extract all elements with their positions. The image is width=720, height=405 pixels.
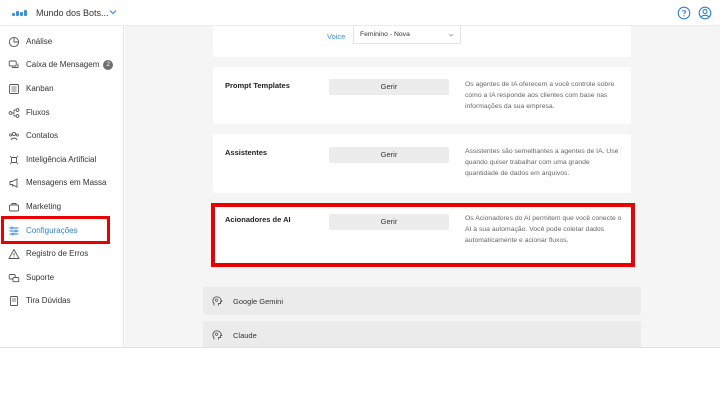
unread-count-badge: 2 — [103, 60, 113, 70]
megaphone-icon — [9, 178, 18, 188]
sidebar-item-label: Tira Dúvidas — [26, 296, 71, 305]
voice-select[interactable]: Feminino - Nova — [353, 26, 461, 44]
card-description: Assistentes são semelhantes a agentes de… — [465, 148, 619, 177]
sidebar-item-label: Análise — [26, 37, 53, 46]
sidebar-item-label: Mensagens em Massa — [26, 178, 107, 187]
provider-claude[interactable]: Claude — [203, 321, 641, 347]
logo-icon — [12, 8, 28, 16]
provider-google-gemini[interactable]: Google Gemini — [203, 287, 641, 315]
sidebar-item-fluxos[interactable]: Fluxos — [0, 103, 124, 123]
sidebar: Análise Caixa de Mensagem 2 Kanban Fluxos… — [0, 26, 124, 347]
blank-area — [0, 347, 720, 405]
prompt-templates-card: Prompt Templates Gerir Os agentes de IA … — [213, 67, 631, 124]
warning-icon — [8, 248, 20, 259]
help-icon[interactable] — [677, 6, 691, 20]
user-icon[interactable] — [698, 6, 712, 20]
kanban-icon — [9, 84, 19, 94]
sidebar-item-mensagens-em-massa[interactable]: Mensagens em Massa — [0, 173, 124, 193]
app-window: Mundo dos Bots... Análise Caixa de Mensa… — [0, 0, 720, 347]
configuracoes-highlight — [1, 216, 110, 244]
card-description: Os agentes de IA oferecem a você control… — [465, 81, 615, 110]
support-icon — [8, 274, 20, 283]
ai-icon — [9, 155, 19, 165]
voice-selected-value: Feminino - Nova — [360, 31, 410, 38]
prompt-templates-gerir-button[interactable]: Gerir — [329, 79, 449, 95]
sidebar-item-label: Suporte — [26, 273, 55, 282]
chart-pie-icon — [8, 36, 20, 48]
sidebar-item-suporte[interactable]: Suporte — [0, 268, 124, 288]
chat-icon — [8, 60, 19, 68]
sidebar-item-contatos[interactable]: Contatos — [0, 126, 124, 146]
top-bar: Mundo dos Bots... — [0, 0, 720, 26]
sidebar-item-caixa-de-mensagem[interactable]: Caixa de Mensagem 2 — [0, 55, 124, 75]
card-title: Prompt Templates — [225, 81, 290, 90]
provider-label: Claude — [233, 331, 257, 340]
sidebar-item-label: Kanban — [26, 84, 54, 93]
sidebar-item-label: Caixa de Mensagem — [26, 60, 100, 69]
ai-head-icon — [212, 330, 223, 340]
marketing-icon — [9, 203, 19, 212]
sidebar-item-registro-de-erros[interactable]: Registro de Erros — [0, 244, 124, 264]
sidebar-item-label: Inteligência Artificial — [26, 155, 97, 164]
book-icon — [10, 296, 18, 306]
provider-label: Google Gemini — [233, 297, 284, 306]
sidebar-item-label: Contatos — [26, 131, 59, 140]
main-content: Voice Feminino - Nova Prompt Templates G… — [125, 26, 720, 347]
chevron-down-icon — [448, 33, 454, 37]
chevron-down-icon[interactable] — [108, 7, 118, 17]
acionadores-highlight — [211, 203, 635, 267]
ai-head-icon — [212, 296, 223, 306]
voice-label: Voice — [327, 32, 346, 41]
sidebar-item-inteligencia-artificial[interactable]: Inteligência Artificial — [0, 150, 124, 170]
flow-icon — [8, 108, 20, 118]
sidebar-item-marketing[interactable]: Marketing — [0, 197, 124, 217]
sidebar-item-label: Registro de Erros — [26, 249, 89, 258]
workspace-name[interactable]: Mundo dos Bots... — [36, 8, 109, 18]
assistentes-gerir-button[interactable]: Gerir — [329, 147, 449, 163]
voice-settings-card: Voice Feminino - Nova — [213, 26, 631, 57]
sidebar-item-kanban[interactable]: Kanban — [0, 79, 124, 99]
sidebar-item-label: Fluxos — [26, 108, 50, 117]
sidebar-item-label: Marketing — [26, 202, 62, 211]
card-title: Assistentes — [225, 148, 268, 157]
sidebar-item-tira-duvidas[interactable]: Tira Dúvidas — [0, 291, 124, 311]
assistentes-card: Assistentes Gerir Assistentes são semelh… — [213, 134, 631, 193]
contacts-icon — [9, 131, 19, 141]
sidebar-item-analise[interactable]: Análise — [0, 32, 124, 52]
